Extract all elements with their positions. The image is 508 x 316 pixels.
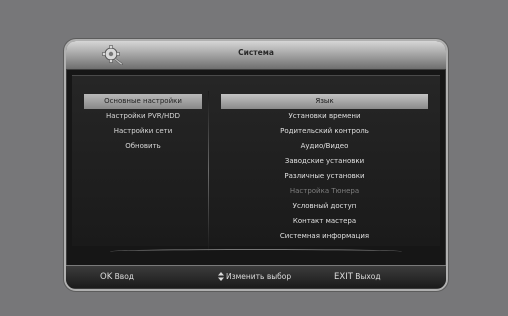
exit-action-label: Выход — [355, 272, 381, 281]
ok-action-label: Ввод — [114, 272, 134, 281]
window-title: Система — [238, 48, 274, 57]
menu-item-factory-reset[interactable]: Заводские установки — [221, 154, 428, 169]
menu-item-tuner-settings: Настройка Тюнера — [289, 187, 360, 195]
category-network-settings[interactable]: Настройки сети — [84, 124, 202, 139]
navigate-hint: Изменить выбор — [218, 271, 292, 282]
category-general-settings[interactable]: Основные настройки — [84, 94, 202, 109]
title-bar: Система — [66, 41, 446, 70]
menu-item-audio-video[interactable]: Аудио/Видео — [221, 139, 428, 154]
menu-item-language[interactable]: Язык — [221, 94, 428, 109]
ok-key-label: OK — [100, 272, 113, 282]
menu-item-parental-control[interactable]: Родительский контроль — [221, 124, 428, 139]
category-update[interactable]: Обновить — [84, 139, 202, 154]
ok-hint: OK Ввод — [100, 272, 134, 282]
category-pvr-hdd-settings[interactable]: Настройки PVR/HDD — [84, 109, 202, 124]
decorative-arc — [110, 249, 402, 254]
button-hint-bar: OK Ввод Изменить выбор EXIT Выход — [66, 265, 446, 288]
menu-item-conditional-access[interactable]: Условный доступ — [221, 199, 428, 214]
exit-hint: EXIT Выход — [334, 272, 381, 282]
settings-menu: Язык Установки времени Родительский конт… — [221, 94, 428, 244]
up-down-arrows-icon — [218, 271, 224, 281]
menu-item-misc-settings[interactable]: Различные установки — [221, 169, 428, 184]
exit-key-label: EXIT — [334, 272, 353, 282]
menu-item-master-contact[interactable]: Контакт мастера — [221, 214, 428, 229]
category-menu: Основные настройки Настройки PVR/HDD Нас… — [84, 94, 202, 154]
menu-item-time-settings[interactable]: Установки времени — [221, 109, 428, 124]
navigate-action-label: Изменить выбор — [226, 272, 292, 281]
system-settings-window: Система Основные настройки Настройки PVR… — [64, 39, 448, 291]
menu-divider — [208, 91, 209, 251]
menu-item-system-info[interactable]: Системная информация — [221, 229, 428, 244]
